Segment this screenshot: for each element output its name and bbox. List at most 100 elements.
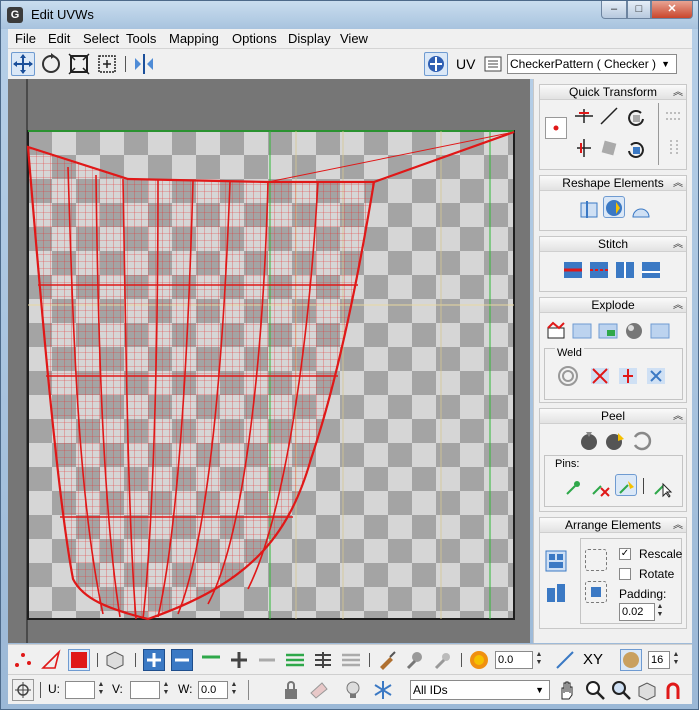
face-mode-icon[interactable] xyxy=(68,649,90,671)
light-icon[interactable] xyxy=(342,679,364,701)
v-spinner[interactable]: ▲ ▼ xyxy=(162,681,170,699)
falloff-spinner[interactable]: ▲ ▼ xyxy=(535,651,543,669)
ring-icon[interactable] xyxy=(312,649,334,671)
rotate-checkbox[interactable] xyxy=(619,568,631,580)
relax-icon[interactable] xyxy=(603,196,625,218)
lock-icon[interactable] xyxy=(280,679,302,701)
pin-icon[interactable] xyxy=(563,476,585,498)
edge-mode-icon[interactable] xyxy=(40,649,62,671)
space-vertical-icon[interactable] xyxy=(663,137,685,159)
falloff-field[interactable]: 0.0 xyxy=(495,651,533,669)
pack-custom-icon[interactable] xyxy=(585,549,607,571)
unfold-icon[interactable] xyxy=(649,320,671,342)
quick-peel-icon[interactable] xyxy=(578,429,600,451)
explode-header[interactable]: Explode ︽ xyxy=(540,298,686,313)
weld-threshold-icon[interactable] xyxy=(557,365,579,387)
ring-grow-icon[interactable] xyxy=(284,649,306,671)
w-field[interactable]: 0.0 xyxy=(198,681,228,699)
shrink-selection-icon[interactable] xyxy=(171,649,193,671)
u-field[interactable] xyxy=(65,681,95,699)
list-icon[interactable] xyxy=(482,52,506,76)
select-element-icon[interactable] xyxy=(104,649,126,671)
scale-icon[interactable] xyxy=(67,52,91,76)
align-horizontal-icon[interactable] xyxy=(573,105,595,127)
align-vertical-icon[interactable] xyxy=(573,137,595,159)
detach-icon[interactable] xyxy=(571,320,593,342)
rotate-cw-icon[interactable] xyxy=(625,107,647,129)
zoom-region-icon[interactable] xyxy=(610,679,632,701)
pan-icon[interactable] xyxy=(556,679,578,701)
ids-select[interactable]: All IDs ▼ xyxy=(410,680,550,700)
set-pivot-icon[interactable] xyxy=(545,117,567,139)
stitch-custom-icon[interactable] xyxy=(640,259,662,281)
stitch-header[interactable]: Stitch ︽ xyxy=(540,237,686,252)
space-horizontal-icon[interactable] xyxy=(663,105,685,127)
menu-tools[interactable]: Tools xyxy=(126,31,156,46)
reshape-header[interactable]: Reshape Elements ︽ xyxy=(540,176,686,191)
rotate-icon[interactable] xyxy=(39,52,63,76)
rescale-checkbox[interactable]: ✓ xyxy=(619,548,631,560)
grow-selection-icon[interactable] xyxy=(143,649,165,671)
uv-viewport[interactable] xyxy=(8,79,530,643)
vertex-mode-icon[interactable] xyxy=(12,649,34,671)
padding-field[interactable]: 0.02 xyxy=(619,603,655,621)
auto-pin-icon[interactable] xyxy=(615,474,637,496)
soft-selection-icon[interactable] xyxy=(468,649,490,671)
minimize-button[interactable]: – xyxy=(601,1,627,19)
stitch-to-target-icon[interactable] xyxy=(562,259,584,281)
straighten-icon[interactable] xyxy=(598,137,620,159)
menu-select[interactable]: Select xyxy=(83,31,119,46)
move-icon[interactable] xyxy=(11,52,35,76)
menu-edit[interactable]: Edit xyxy=(48,31,70,46)
menu-file[interactable]: File xyxy=(15,31,36,46)
texture-select[interactable]: CheckerPattern ( Checker ) ▼ xyxy=(507,54,677,74)
circle-icon[interactable] xyxy=(630,198,652,220)
padding-spinner[interactable]: ▲ ▼ xyxy=(656,603,664,621)
show-map-icon[interactable] xyxy=(424,52,448,76)
menu-display[interactable]: Display xyxy=(288,31,331,46)
rotate-ccw-icon[interactable] xyxy=(625,139,647,161)
zoom-icon[interactable] xyxy=(584,679,606,701)
pack-normalize-icon[interactable] xyxy=(545,550,567,572)
quick-transform-header[interactable]: Quick Transform ︽ xyxy=(540,85,686,100)
freeze-icon[interactable] xyxy=(372,679,394,701)
break-icon[interactable] xyxy=(545,320,567,342)
pack-rescale-icon[interactable] xyxy=(585,581,607,603)
reset-peel-icon[interactable] xyxy=(630,429,652,451)
maximize-button[interactable]: □ xyxy=(627,1,651,19)
uv-label[interactable]: UV xyxy=(456,56,475,72)
peel-header[interactable]: Peel ︽ xyxy=(540,409,686,424)
weld-target-icon[interactable] xyxy=(617,365,639,387)
menu-options[interactable]: Options xyxy=(232,31,277,46)
falloff-type-icon[interactable] xyxy=(554,649,576,671)
uv-editor-canvas[interactable] xyxy=(8,79,530,643)
menu-mapping[interactable]: Mapping xyxy=(169,31,219,46)
absolute-mode-icon[interactable] xyxy=(12,679,34,701)
snap-icon[interactable] xyxy=(662,679,684,701)
zoom-extents-icon[interactable] xyxy=(636,679,658,701)
loop-shrink-icon[interactable] xyxy=(228,649,250,671)
stitch-average-icon[interactable] xyxy=(588,259,610,281)
peel-mode-icon[interactable] xyxy=(604,429,626,451)
loop-grow-icon[interactable] xyxy=(200,649,222,671)
paint-select-icon[interactable] xyxy=(376,649,398,671)
texture-icon[interactable] xyxy=(620,649,642,671)
hide-icon[interactable] xyxy=(308,679,330,701)
stitch-to-source-icon[interactable] xyxy=(614,259,636,281)
select-pins-icon[interactable] xyxy=(651,476,673,498)
u-spinner[interactable]: ▲ ▼ xyxy=(97,681,105,699)
arrange-header[interactable]: Arrange Elements ︽ xyxy=(540,518,686,533)
ring-shrink-icon[interactable] xyxy=(340,649,362,671)
loop-icon[interactable] xyxy=(256,649,278,671)
v-field[interactable] xyxy=(130,681,160,699)
paint-grow-icon[interactable] xyxy=(404,649,426,671)
sphere-icon[interactable] xyxy=(623,320,645,342)
unpin-icon[interactable] xyxy=(589,476,611,498)
align-diagonal-icon[interactable] xyxy=(598,105,620,127)
menu-view[interactable]: View xyxy=(340,31,368,46)
straighten-selection-icon[interactable] xyxy=(578,198,600,220)
flatten-icon[interactable] xyxy=(597,320,619,342)
pack-together-icon[interactable] xyxy=(545,582,567,604)
weld-selected-icon[interactable] xyxy=(589,365,611,387)
grid-field[interactable]: 16 xyxy=(648,651,670,669)
